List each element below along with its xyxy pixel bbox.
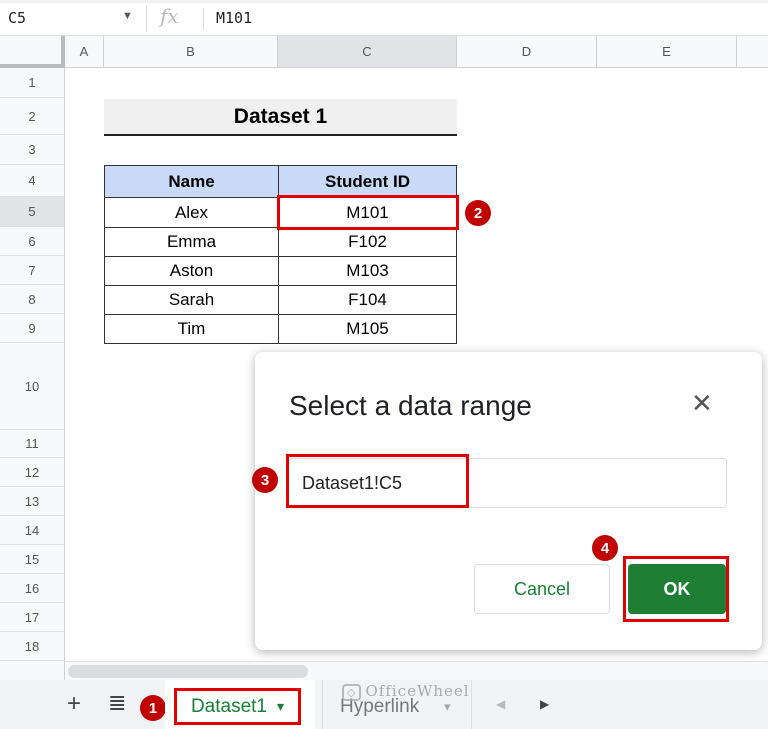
divider [146,6,147,32]
row-header-16[interactable]: 16 [0,574,65,603]
column-header-f[interactable] [737,36,768,68]
row-header-10[interactable]: 10 [0,343,65,430]
row-header-9[interactable]: 9 [0,314,65,343]
tab-label: Dataset1 [190,695,267,717]
select-all-corner[interactable] [0,36,65,68]
header-student-id[interactable]: Student ID [278,165,457,198]
watermark-logo: ◇ OfficeWheel [342,682,470,701]
student-id-cell[interactable]: M103 [278,256,457,286]
select-data-range-dialog: Select a data range ✕ Dataset1!C5 Cancel… [255,352,762,650]
close-icon[interactable]: ✕ [691,388,713,419]
row-header-11[interactable]: 11 [0,430,65,458]
student-id-cell[interactable]: F104 [278,285,457,315]
column-header-d[interactable]: D [457,36,597,68]
row-header-18[interactable]: 18 [0,632,65,661]
step-badge-2: 2 [465,200,491,226]
cancel-button[interactable]: Cancel [474,564,610,614]
row-header-3[interactable]: 3 [0,135,65,165]
formula-input[interactable]: M101 [216,9,252,27]
divider [203,8,204,30]
row-header-14[interactable]: 14 [0,516,65,545]
tab-dropdown-icon[interactable]: ▾ [444,699,451,715]
sheet-tab-dataset1-label[interactable]: Dataset1 ▾ [174,688,301,725]
add-sheet-button[interactable]: + [67,690,81,718]
column-header-b[interactable]: B [104,36,278,68]
row-header-15[interactable]: 15 [0,545,65,574]
row-header-17[interactable]: 17 [0,603,65,632]
name-box-dropdown-icon[interactable]: ▼ [122,10,133,22]
scroll-corner [0,661,65,680]
row-header-7[interactable]: 7 [0,256,65,285]
range-input-highlight [286,454,469,508]
ok-button-highlight [623,556,729,622]
formula-bar [0,0,768,36]
all-sheets-list-icon[interactable]: ≣ [108,690,126,716]
column-header-e[interactable]: E [597,36,737,68]
column-header-c[interactable]: C [278,36,457,68]
scrollbar-thumb[interactable] [68,665,308,678]
row-header-4[interactable]: 4 [0,165,65,197]
row-header-13[interactable]: 13 [0,487,65,516]
step-badge-4: 4 [592,535,618,561]
student-id-cell[interactable]: F102 [278,227,457,257]
row-header-6[interactable]: 6 [0,227,65,256]
name-cell[interactable]: Aston [104,256,279,286]
name-cell[interactable]: Emma [104,227,279,257]
name-cell[interactable]: Sarah [104,285,279,315]
name-box[interactable]: C5 [8,9,26,27]
scroll-tabs-left-button[interactable]: ◀ [496,697,505,711]
step-badge-1: 1 [140,695,166,721]
student-id-cell[interactable]: M105 [278,314,457,344]
step-badge-3: 3 [252,467,278,493]
row-header-1[interactable]: 1 [0,68,65,98]
row-header-2[interactable]: 2 [0,98,65,135]
fx-icon: fx [160,4,179,28]
column-header-a[interactable]: A [65,36,104,68]
dataset-title: Dataset 1 [104,99,457,136]
selected-cell-highlight [277,195,459,230]
header-name[interactable]: Name [104,165,279,198]
scroll-tabs-right-button[interactable]: ▶ [540,697,549,711]
row-header-8[interactable]: 8 [0,285,65,314]
dialog-title: Select a data range [289,390,532,421]
row-header-5[interactable]: 5 [0,197,65,227]
logo-icon: ◇ [342,684,362,701]
tab-dropdown-icon[interactable]: ▾ [277,698,284,715]
row-header-12[interactable]: 12 [0,458,65,487]
name-cell[interactable]: Tim [104,314,279,344]
name-cell[interactable]: Alex [104,197,279,228]
